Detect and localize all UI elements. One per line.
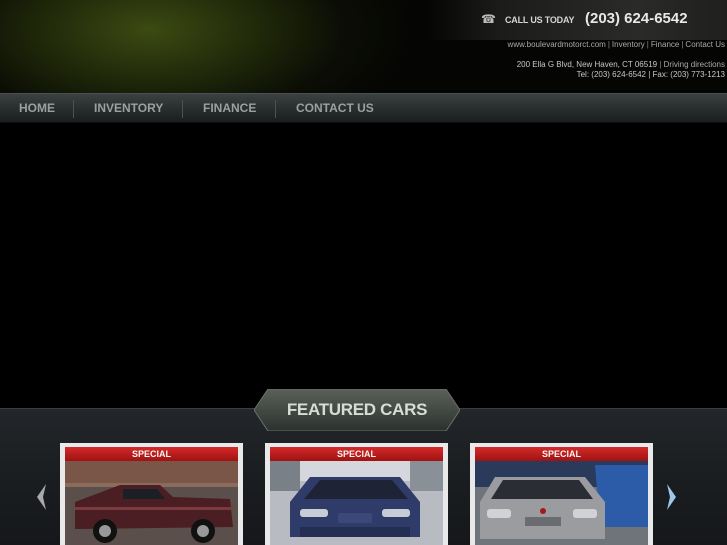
phone-number[interactable]: (203) 624-6542 [585, 10, 688, 27]
toplink-inventory[interactable]: Inventory [612, 40, 645, 49]
phone-icon: ☎ [481, 12, 496, 26]
nav-divider [73, 100, 74, 118]
toplink-website[interactable]: www.boulevardmotorct.com [508, 40, 606, 49]
nav-inventory[interactable]: INVENTORY [94, 94, 163, 123]
special-badge: SPECIAL [270, 447, 443, 461]
hero-slideshow [0, 124, 727, 408]
special-badge: SPECIAL [65, 447, 238, 461]
top-links: www.boulevardmotorct.com | Inventory | Finan… [507, 40, 725, 49]
main-nav: HOME INVENTORY FINANCE CONTACT US [0, 93, 727, 123]
car-photo-hatchback-silver [475, 447, 648, 545]
car-photo-pickup [65, 447, 238, 545]
featured-banner: FEATURED CARS [254, 389, 460, 431]
featured-title: FEATURED CARS [286, 400, 428, 419]
nav-divider [275, 100, 276, 118]
special-badge: SPECIAL [475, 447, 648, 461]
featured-car-card[interactable]: SPECIAL [60, 443, 243, 545]
nav-divider [182, 100, 183, 118]
nav-home[interactable]: HOME [19, 94, 55, 123]
driving-directions-link[interactable]: Driving directions [664, 60, 725, 69]
featured-car-card[interactable]: SPECIAL [470, 443, 653, 545]
dealer-address: 200 Ella G Blvd, New Haven, CT 06519 | D… [516, 60, 725, 79]
tel-fax-line: Tel: (203) 624-6542 | Fax: (203) 773-121… [576, 70, 725, 79]
featured-car-card[interactable]: SPECIAL [265, 443, 448, 545]
chevron-right-icon[interactable] [665, 482, 679, 512]
car-photo-sedan-blue [270, 447, 443, 545]
address-line: 200 Ella G Blvd, New Haven, CT 06519 [516, 60, 658, 69]
call-us-label: CALL US TODAY [505, 15, 575, 25]
toplink-contact[interactable]: Contact Us [685, 40, 725, 49]
toplink-finance[interactable]: Finance [651, 40, 679, 49]
nav-finance[interactable]: FINANCE [203, 94, 256, 123]
nav-contact-us[interactable]: CONTACT US [296, 94, 374, 123]
chevron-left-icon[interactable] [34, 482, 48, 512]
